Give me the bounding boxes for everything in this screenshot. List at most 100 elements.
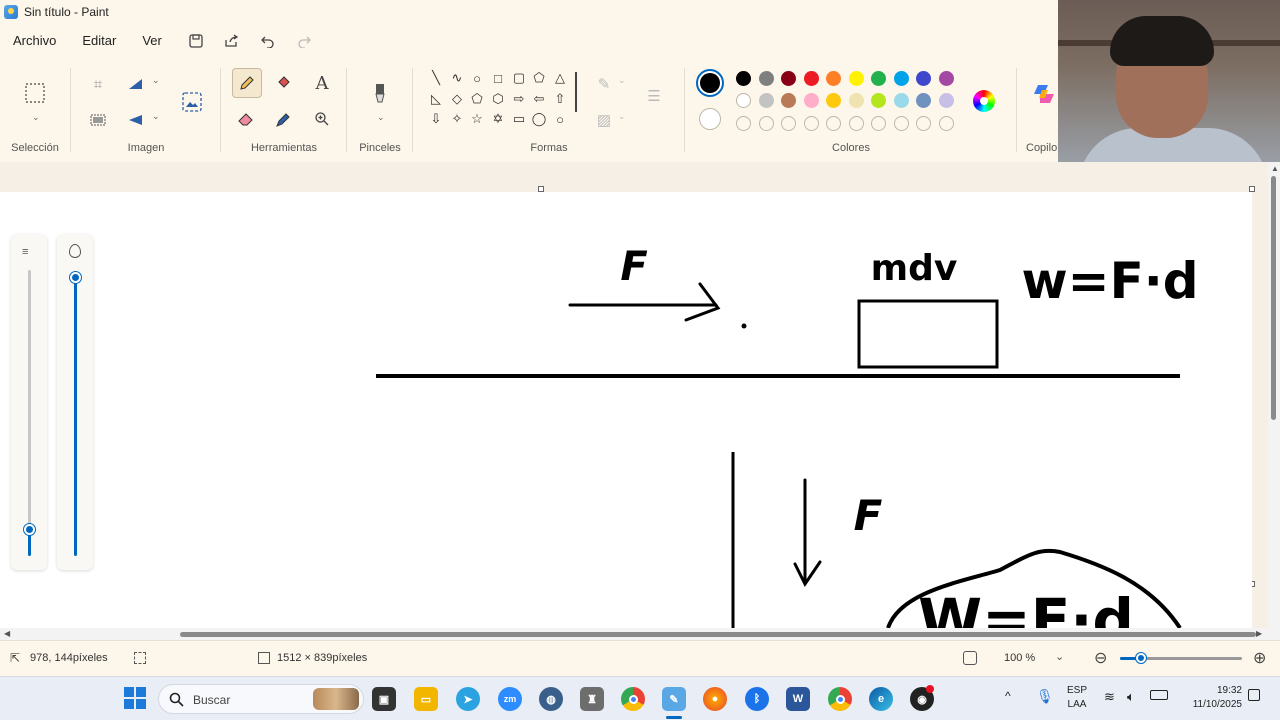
task-view-icon[interactable]: ▣ [372, 687, 396, 711]
color-swatch[interactable] [736, 93, 751, 108]
edit-colors-icon[interactable] [973, 90, 995, 112]
battery-icon[interactable] [1150, 690, 1168, 700]
scroll-up-icon[interactable]: ▲ [1271, 164, 1279, 173]
zoom-out-icon[interactable]: ⊖ [1094, 648, 1107, 668]
input-language[interactable]: ESP [1064, 685, 1090, 696]
windows-start-icon[interactable] [124, 687, 146, 709]
custom-color-slot[interactable] [848, 116, 864, 131]
color-swatch[interactable] [893, 71, 909, 86]
secondary-color-indicator[interactable] [699, 108, 721, 130]
wifi-icon[interactable]: ≋ [1104, 689, 1115, 705]
line-shape-icon[interactable]: ╲ [428, 70, 444, 86]
color-swatch[interactable] [848, 93, 864, 108]
custom-color-slot[interactable] [736, 116, 751, 131]
game-app-icon[interactable]: ♜ [580, 687, 604, 711]
custom-color-slot[interactable] [938, 116, 954, 131]
pentagon-shape-icon[interactable]: ⬠ [469, 91, 485, 107]
zoom-app-icon[interactable]: zm [498, 687, 522, 711]
show-hidden-icons-chevron-up-icon[interactable]: ^ [1005, 689, 1011, 703]
curve-shape-icon[interactable]: ∿ [449, 70, 465, 86]
resize-chevron-down-icon[interactable]: ⌄ [152, 75, 160, 86]
zoom-chevron-down-icon[interactable]: ⌄ [1055, 650, 1064, 663]
menu-editar[interactable]: Editar [69, 27, 129, 55]
color-swatch[interactable] [938, 93, 954, 108]
eraser-icon[interactable] [232, 105, 260, 133]
color-swatch[interactable] [781, 71, 796, 86]
menu-ver[interactable]: Ver [129, 27, 175, 55]
six-point-star-shape-icon[interactable]: ✡ [490, 111, 506, 127]
custom-color-slot[interactable] [758, 116, 774, 131]
color-swatch[interactable] [916, 93, 931, 108]
paint-taskbar-icon[interactable]: ✎ [662, 687, 686, 711]
fill-bucket-icon[interactable] [270, 69, 298, 97]
taskbar-search-box[interactable]: Buscar [158, 684, 364, 714]
rotate-chevron-down-icon[interactable]: ⌄ [152, 111, 160, 122]
file-explorer-icon[interactable]: ▭ [414, 687, 438, 711]
undo-icon[interactable] [253, 27, 283, 55]
magnifier-icon[interactable] [308, 105, 336, 133]
color-swatch[interactable] [893, 93, 909, 108]
volume-icon[interactable]: 🔈︎ [1127, 689, 1135, 705]
right-triangle-shape-icon[interactable]: ◺ [428, 91, 444, 107]
chrome-profile-icon[interactable] [828, 687, 852, 711]
diamond-shape-icon[interactable]: ◇ [449, 91, 465, 107]
network-app-icon[interactable]: ◍ [539, 687, 563, 711]
rounded-rectangle-shape-icon[interactable]: ▢ [511, 70, 527, 86]
redo-icon[interactable] [289, 27, 319, 55]
horizontal-scrollbar[interactable]: ◀ ▶ [0, 628, 1268, 640]
stroke-size-slider-thumb[interactable] [24, 524, 35, 535]
custom-color-slot[interactable] [893, 116, 909, 131]
remove-background-icon[interactable] [84, 106, 112, 134]
clock-time[interactable]: 19:32 [1180, 685, 1242, 696]
custom-color-slot[interactable] [871, 116, 886, 131]
opacity-slider-thumb[interactable] [70, 272, 81, 283]
image-creator-icon[interactable] [178, 88, 206, 116]
color-swatch[interactable] [938, 71, 954, 86]
drawing-canvas[interactable]: F mdv w=F·d F W=F·d [0, 192, 1252, 628]
word-icon[interactable]: W [786, 687, 810, 711]
firefox-icon[interactable]: ● [703, 687, 727, 711]
copilot-icon[interactable] [1030, 80, 1058, 108]
edge-icon[interactable]: e [869, 687, 893, 711]
resize-icon[interactable] [122, 70, 150, 98]
microphone-icon[interactable]: 🎙︎ [1036, 688, 1054, 705]
scroll-right-icon[interactable]: ▶ [1256, 629, 1262, 638]
oval-callout-shape-icon[interactable]: ◯ [531, 111, 547, 127]
color-picker-icon[interactable] [270, 105, 298, 133]
keyboard-layout[interactable]: LAA [1064, 699, 1090, 710]
custom-color-slot[interactable] [803, 116, 819, 131]
brush-icon[interactable] [366, 80, 394, 108]
vertical-scroll-thumb[interactable] [1271, 176, 1276, 420]
up-arrow-shape-icon[interactable]: ⇧ [552, 91, 568, 107]
fit-to-window-icon[interactable] [963, 651, 977, 665]
zoom-slider-thumb[interactable] [1135, 653, 1146, 663]
shape-fill-icon[interactable]: ▨ [590, 106, 618, 134]
color-swatch[interactable] [916, 71, 931, 86]
primary-color-indicator[interactable] [696, 69, 724, 97]
zoom-level[interactable]: 100 % [1004, 652, 1035, 664]
color-swatch[interactable] [826, 71, 841, 86]
stroke-size-icon[interactable]: ☰ [640, 82, 668, 110]
selection-rectangle-icon[interactable] [21, 79, 49, 107]
zoom-in-icon[interactable]: ⊕ [1253, 648, 1266, 668]
color-swatch[interactable] [803, 93, 819, 108]
color-swatch[interactable] [781, 93, 796, 108]
custom-color-slot[interactable] [781, 116, 796, 131]
rectangle-callout-shape-icon[interactable]: ▭ [511, 111, 527, 127]
save-icon[interactable] [181, 27, 211, 55]
notification-icon[interactable] [1248, 689, 1260, 701]
outline-icon[interactable]: ✎ [590, 70, 618, 98]
five-point-star-shape-icon[interactable]: ☆ [469, 111, 485, 127]
color-swatch[interactable] [871, 93, 886, 108]
horizontal-scroll-thumb[interactable] [180, 632, 1256, 637]
hexagon-shape-icon[interactable]: ⬡ [490, 91, 506, 107]
color-swatch[interactable] [803, 71, 819, 86]
menu-archivo[interactable]: Archivo [0, 27, 69, 55]
left-arrow-shape-icon[interactable]: ⇦ [531, 91, 547, 107]
color-swatch[interactable] [848, 71, 864, 86]
cloud-callout-shape-icon[interactable]: ○ [552, 111, 568, 127]
shapes-scroll-indicator[interactable] [575, 72, 577, 112]
share-icon[interactable] [217, 27, 247, 55]
rectangle-shape-icon[interactable]: □ [490, 70, 506, 86]
pencil-icon[interactable] [232, 68, 262, 98]
